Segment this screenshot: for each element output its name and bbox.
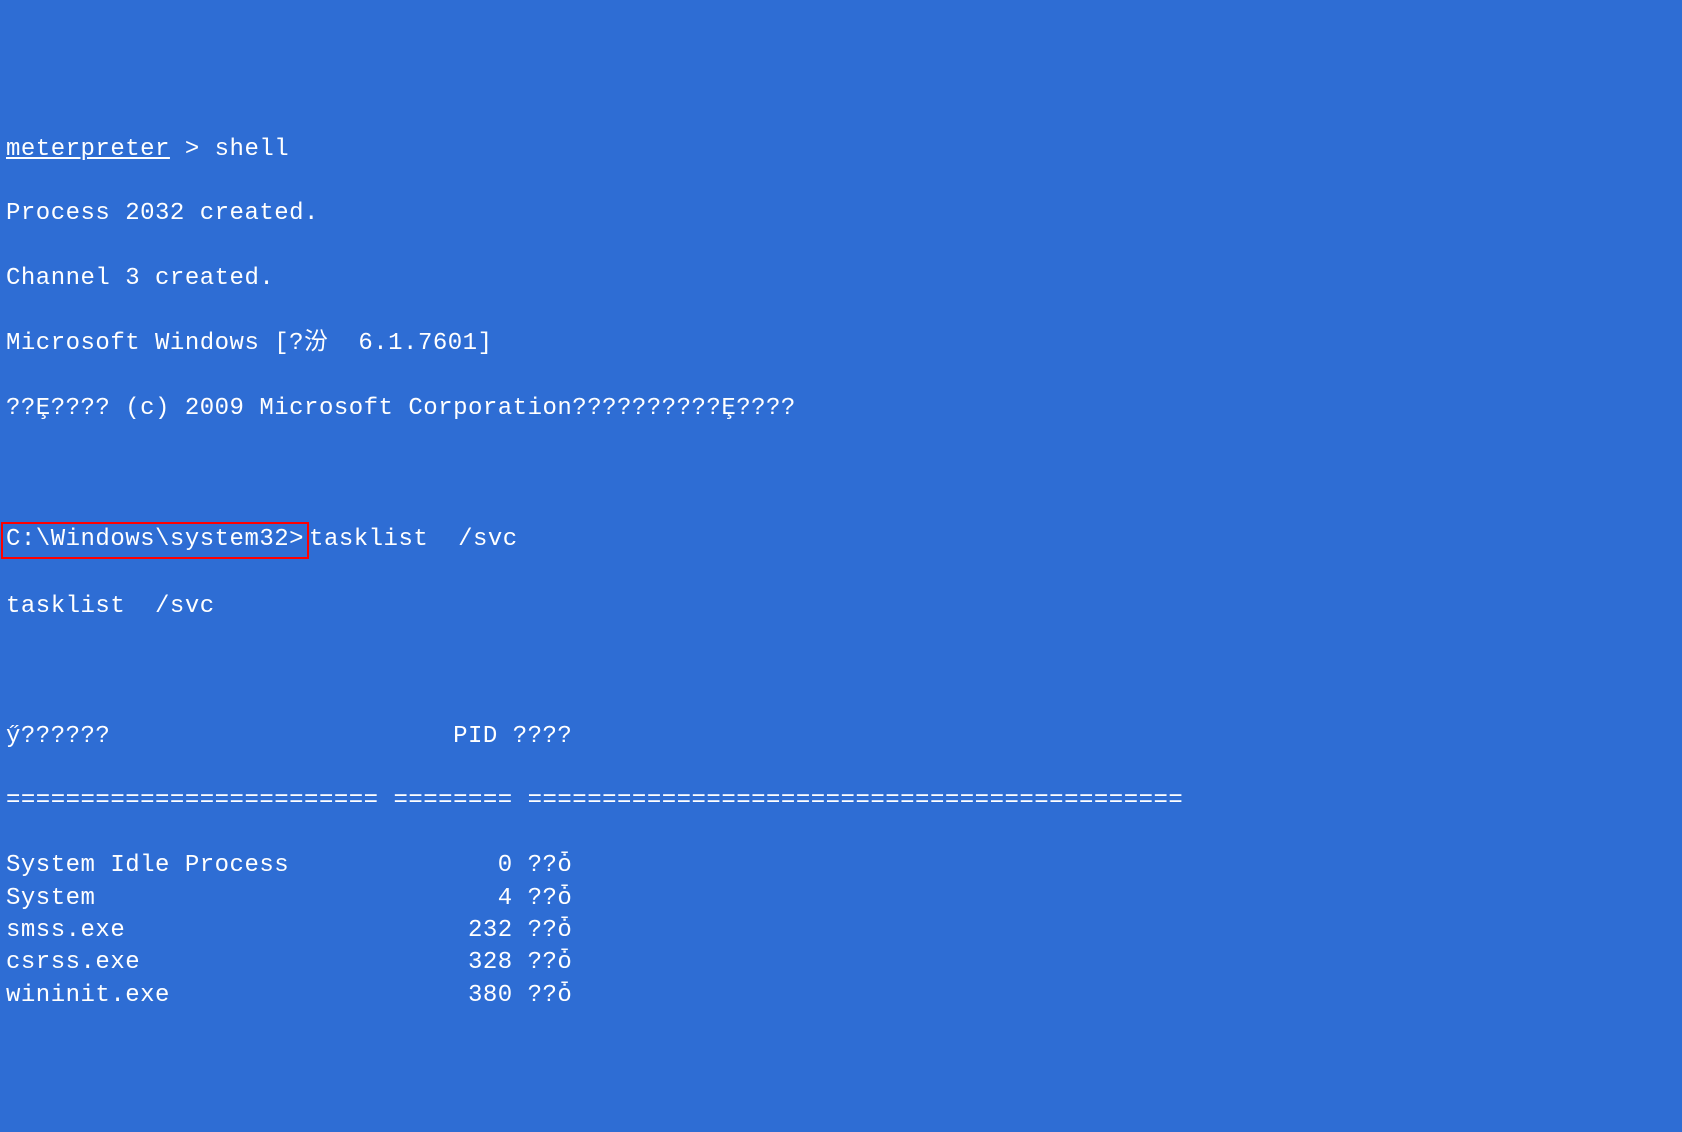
table-separator-line: ========================= ======== =====… (6, 785, 1676, 817)
table-row: wininit.exe 380 ??ȱ (6, 980, 1676, 1012)
blank-line-2 (6, 656, 1676, 688)
cmd-prompt-highlight: C:\Windows\system32> (1, 522, 309, 558)
col-header-name: ӳ?????? (6, 723, 110, 750)
cmd-echo-line: tasklist /svc (6, 591, 1676, 623)
table-header-line: ӳ?????? PID ???? (6, 721, 1676, 753)
table-row: System Idle Process 0 ??ȱ (6, 850, 1676, 882)
table-row: csrss.exe 328 ??ȱ (6, 947, 1676, 979)
channel-created-line: Channel 3 created. (6, 263, 1676, 295)
sep-svc: ========================================… (528, 787, 1184, 814)
meterpreter-command: shell (215, 136, 290, 163)
col-header-pid: PID (453, 723, 498, 750)
table-row: smss.exe 232 ??ȱ (6, 915, 1676, 947)
cmd-prompt-line[interactable]: C:\Windows\system32>tasklist /svc (6, 522, 1676, 558)
windows-version-line: Microsoft Windows [?汾 6.1.7601] (6, 328, 1676, 360)
sep-name: ========================= (6, 787, 379, 814)
process-created-line: Process 2032 created. (6, 198, 1676, 230)
meterpreter-prompt: meterpreter (6, 136, 170, 163)
table-body: System Idle Process 0 ??ȱSystem 4 ??ȱsms… (6, 850, 1676, 1012)
table-row: System 4 ??ȱ (6, 883, 1676, 915)
cmd-command: tasklist /svc (309, 526, 518, 553)
meterpreter-sep: > (170, 136, 215, 163)
copyright-line: ??Ȩ???? (c) 2009 Microsoft Corporation??… (6, 393, 1676, 425)
blank-line-1 (6, 457, 1676, 489)
meterpreter-line: meterpreter > shell (6, 134, 1676, 166)
sep-pid: ======== (393, 787, 512, 814)
col-header-svc: ???? (513, 723, 573, 750)
